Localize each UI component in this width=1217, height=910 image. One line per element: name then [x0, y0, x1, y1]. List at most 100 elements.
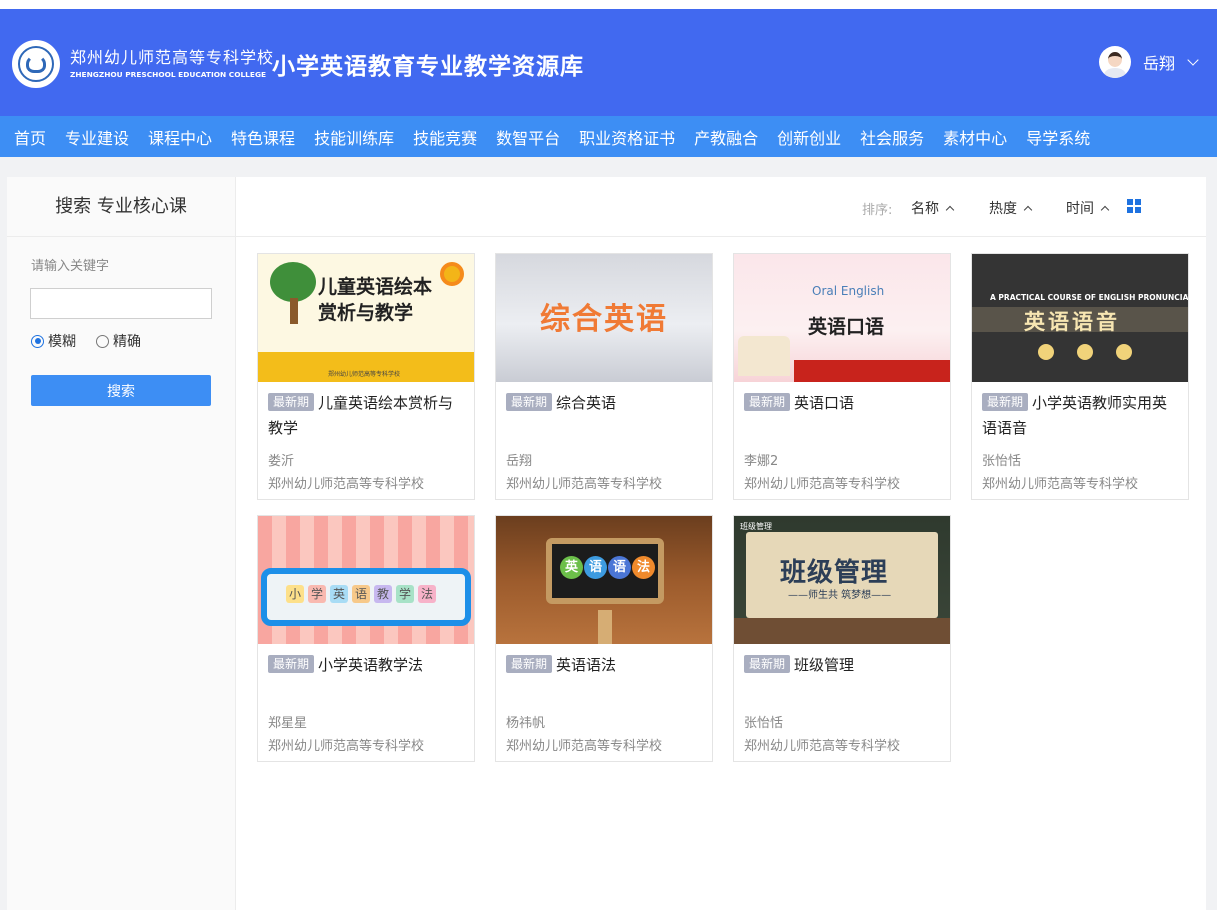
thumb-char: 语: [584, 556, 607, 579]
school-name-en: ZHENGZHOU PRESCHOOL EDUCATION COLLEGE: [70, 70, 267, 79]
thumbnail-title: 小 学 英 语 教 学 法: [286, 585, 440, 603]
course-card[interactable]: A PRACTICAL COURSE OF ENGLISH PRONUNCIAT…: [971, 253, 1189, 500]
thumbnail-title: 综合英语: [540, 302, 668, 337]
course-title[interactable]: 最新期 小学英语教师实用英语语音: [982, 391, 1180, 441]
chevron-down-icon[interactable]: [1187, 53, 1199, 66]
course-author: 郑星星: [268, 716, 308, 731]
course-thumbnail[interactable]: 综合英语: [496, 254, 712, 382]
nav-item-guide-system[interactable]: 导学系统: [1026, 125, 1090, 149]
thumb-char: 小: [286, 585, 304, 603]
course-author: 张怡恬: [744, 716, 784, 731]
thumbnail-subtitle: A PRACTICAL COURSE OF ENGLISH PRONUNCIAT…: [990, 293, 1188, 302]
grid-view-icon[interactable]: [1127, 199, 1141, 213]
course-thumbnail[interactable]: A PRACTICAL COURSE OF ENGLISH PRONUNCIAT…: [972, 254, 1188, 382]
site-header: 郑州幼儿师范高等专科学校 ZHENGZHOU PRESCHOOL EDUCATI…: [0, 9, 1217, 116]
course-author: 娄沂: [268, 454, 295, 469]
course-title[interactable]: 最新期 班级管理: [744, 653, 942, 678]
nav-item-industry-education[interactable]: 产教融合: [694, 125, 758, 149]
thumb-char: 英: [560, 556, 583, 579]
nav-item-home[interactable]: 首页: [14, 125, 46, 149]
nav-item-certificates[interactable]: 职业资格证书: [579, 125, 675, 149]
course-school: 郑州幼儿师范高等专科学校: [506, 477, 663, 492]
course-title[interactable]: 最新期 英语语法: [506, 653, 704, 678]
nav-item-featured-courses[interactable]: 特色课程: [231, 125, 295, 149]
search-button[interactable]: 搜索: [31, 375, 211, 406]
sort-by-heat-label[interactable]: 热度: [989, 198, 1017, 218]
course-title[interactable]: 最新期 小学英语教学法: [268, 653, 466, 678]
course-thumbnail[interactable]: Oral English 英语口语: [734, 254, 950, 382]
city-skyline-icon: [794, 360, 950, 382]
radio-fuzzy[interactable]: [31, 334, 44, 348]
course-thumbnail[interactable]: 班级管理 班级管理 ——师生共 筑梦想——: [734, 516, 950, 644]
radio-exact-label[interactable]: 精确: [113, 331, 141, 351]
course-title-text[interactable]: 班级管理: [794, 656, 854, 674]
search-sidebar: 搜索 专业核心课 请输入关键字 模糊 精确 搜索: [7, 177, 236, 910]
keyword-input[interactable]: [30, 288, 212, 319]
course-title[interactable]: 最新期 综合英语: [506, 391, 704, 416]
content-panel: 搜索 专业核心课 请输入关键字 模糊 精确 搜索 排序: 名称 热度 时间 儿童…: [7, 177, 1206, 910]
thumbnail-title: 英语口语: [808, 316, 885, 338]
radio-fuzzy-label[interactable]: 模糊: [48, 331, 76, 351]
tree-trunk: [290, 298, 298, 324]
user-menu[interactable]: 岳翔: [1098, 46, 1199, 78]
nav-item-materials[interactable]: 素材中心: [943, 125, 1007, 149]
top-strip: [0, 0, 1217, 9]
sort-label: 排序:: [862, 203, 893, 218]
nav-item-major-building[interactable]: 专业建设: [65, 125, 129, 149]
nav-item-skill-training[interactable]: 技能训练库: [314, 125, 394, 149]
pronunciation-icon: [1038, 344, 1054, 360]
thumb-char: 法: [418, 585, 436, 603]
latest-badge: 最新期: [268, 655, 315, 673]
thumbnail-subtitle: ——师生共 筑梦想——: [788, 590, 892, 601]
nav-item-course-center[interactable]: 课程中心: [148, 125, 212, 149]
avatar[interactable]: [1098, 46, 1131, 78]
site-title: 小学英语教育专业教学资源库: [272, 53, 584, 80]
chevron-up-icon[interactable]: [1100, 205, 1110, 214]
sort-by-time-label[interactable]: 时间: [1066, 198, 1094, 218]
course-author: 杨祎帆: [506, 716, 546, 731]
course-thumbnail[interactable]: 儿童英语绘本赏析与教学 郑州幼儿师范高等专科学校: [258, 254, 474, 382]
course-title-text[interactable]: 英语口语: [794, 394, 854, 412]
nav-item-innovation[interactable]: 创新创业: [777, 125, 841, 149]
course-thumbnail[interactable]: 小 学 英 语 教 学 法: [258, 516, 474, 644]
sort-by-name[interactable]: 名称: [911, 198, 955, 218]
course-school: 郑州幼儿师范高等专科学校: [744, 477, 901, 492]
media-icons: [1038, 344, 1155, 360]
course-title[interactable]: 最新期 儿童英语绘本赏析与教学: [268, 391, 466, 441]
course-author: 岳翔: [506, 454, 533, 469]
nav-item-smart-platform[interactable]: 数智平台: [496, 125, 560, 149]
course-card[interactable]: 小 学 英 语 教 学 法 最新期 小学英语教学法 郑星星 郑州幼儿师范高等专科学…: [257, 515, 475, 762]
course-title-text[interactable]: 英语语法: [556, 656, 616, 674]
course-card[interactable]: 儿童英语绘本赏析与教学 郑州幼儿师范高等专科学校 最新期 儿童英语绘本赏析与教学 …: [257, 253, 475, 500]
nav-item-skill-competition[interactable]: 技能竞赛: [413, 125, 477, 149]
school-logo-icon[interactable]: [12, 40, 60, 88]
thumbnail-title: 班级管理: [780, 558, 889, 588]
thumbnail-title: 英 语 语 法: [560, 556, 656, 579]
course-title-text[interactable]: 小学英语教学法: [318, 656, 423, 674]
chevron-up-icon[interactable]: [1023, 205, 1033, 214]
course-card[interactable]: 英 语 语 法 最新期 英语语法 杨祎帆 郑州幼儿师范高等专科学校: [495, 515, 713, 762]
sidebar-title: 搜索 专业核心课: [7, 177, 235, 237]
course-school: 郑州幼儿师范高等专科学校: [268, 739, 425, 754]
course-card[interactable]: 综合英语 最新期 综合英语 岳翔 郑州幼儿师范高等专科学校: [495, 253, 713, 500]
sort-by-name-label[interactable]: 名称: [911, 198, 939, 218]
thumb-char: 教: [374, 585, 392, 603]
radio-exact[interactable]: [96, 334, 109, 348]
latest-badge: 最新期: [744, 393, 791, 411]
sort-by-time[interactable]: 时间: [1066, 198, 1110, 218]
nav-item-social-service[interactable]: 社会服务: [860, 125, 924, 149]
chevron-up-icon[interactable]: [945, 205, 955, 214]
course-card[interactable]: Oral English 英语口语 最新期 英语口语 李娜2 郑州幼儿师范高等专科…: [733, 253, 951, 500]
school-name-cn: 郑州幼儿师范高等专科学校: [70, 48, 275, 67]
course-author: 李娜2: [744, 454, 779, 469]
sort-by-heat[interactable]: 热度: [989, 198, 1033, 218]
course-title[interactable]: 最新期 英语口语: [744, 391, 942, 416]
keyword-label: 请输入关键字: [31, 259, 110, 274]
latest-badge: 最新期: [268, 393, 315, 411]
thumb-char: 英: [330, 585, 348, 603]
course-thumbnail[interactable]: 英 语 语 法: [496, 516, 712, 644]
course-card[interactable]: 班级管理 班级管理 ——师生共 筑梦想—— 最新期 班级管理 张怡恬 郑州幼儿师范…: [733, 515, 951, 762]
user-name[interactable]: 岳翔: [1143, 50, 1175, 74]
course-title-text[interactable]: 综合英语: [556, 394, 616, 412]
sun-icon: [440, 262, 464, 286]
